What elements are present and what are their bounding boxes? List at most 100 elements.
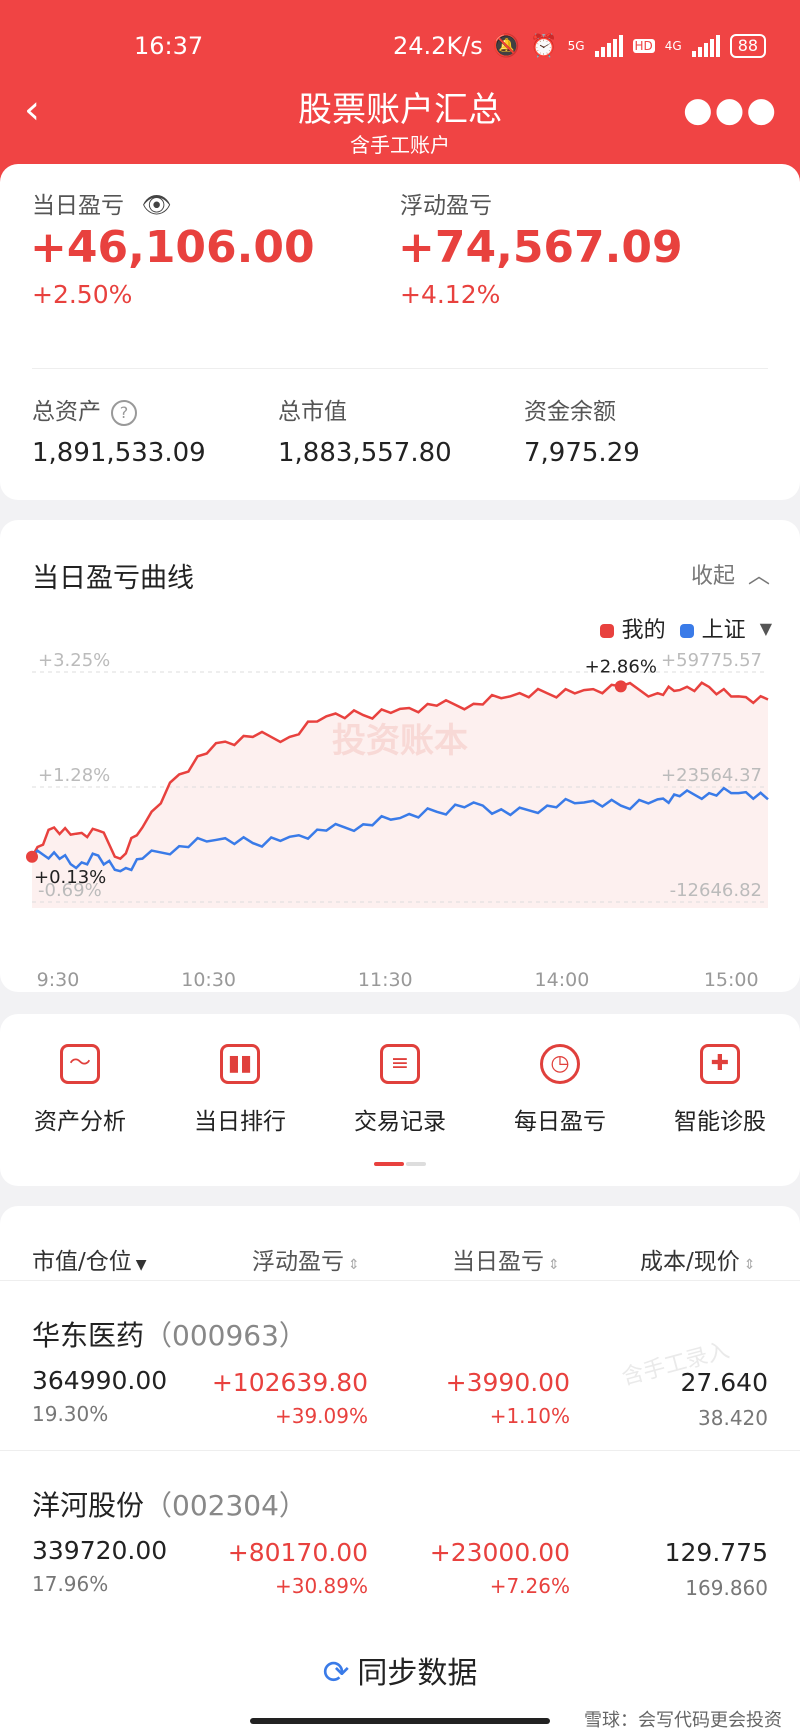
header-label: 当日盈亏 [452,1249,544,1275]
func-smart-diagnosis[interactable]: ✚ 智能诊股 [640,1044,800,1136]
total-assets-label-row: 总资产? [32,392,137,426]
max-point-label: +2.86% [585,656,657,677]
pl-line-chart: 投资账本 +3.25% +59775.57+1.28% +23564.37-0.69… [26,650,769,990]
daily-pl-label-row: 当日盈亏 👁 [32,186,172,220]
chart-legend[interactable]: 我的 上证 ▼ [599,612,772,644]
y-left-tick: +1.28% [38,765,110,786]
market-value-label: 总市值 [278,399,347,425]
divider [0,1450,800,1451]
y-right-tick: +23564.37 [661,765,762,786]
legend-mine-label: 我的 [621,618,666,643]
page-indicator-active [374,1162,404,1166]
func-asset-analysis[interactable]: 〜 资产分析 [0,1044,160,1136]
page-subtitle: 含手工账户 [350,133,450,157]
daily-pl-value: +46,106.00 [30,222,315,273]
y-left-tick: +3.25% [38,650,110,671]
daily-pl-pct: +7.26% [489,1574,570,1598]
func-label: 资产分析 [34,1109,126,1135]
bar-chart-icon: ▮▮ [220,1044,260,1084]
y-right-tick: -12646.82 [670,880,762,901]
x-tick: 10:30 [181,969,236,990]
stock-code: （000963） [144,1319,307,1352]
network-speed: 24.2K/s [393,32,483,60]
daily-pl: +3990.00 [445,1368,570,1397]
sync-label: 同步数据 [357,1656,478,1691]
x-tick: 14:00 [535,969,590,990]
medical-kit-icon: ✚ [700,1044,740,1084]
account-summary-card: 当日盈亏 👁 +46,106.00 +2.50% 浮动盈亏 +74,567.09… [0,164,800,500]
max-point-marker [614,680,627,693]
mute-bell-icon: 🔕 [492,33,521,59]
func-label: 智能诊股 [674,1109,766,1135]
legend-mine: 我的 [599,612,666,644]
func-daily-pl[interactable]: ◷ 每日盈亏 [480,1044,640,1136]
func-trade-records[interactable]: ≡ 交易记录 [320,1044,480,1136]
total-assets-value: 1,891,533.09 [32,438,206,468]
float-pl-label: 浮动盈亏 [400,193,492,219]
stock-code: （002304） [144,1489,307,1522]
float-pl-value: +74,567.09 [398,222,683,273]
total-assets-label: 总资产 [32,399,101,425]
position-pct: 17.96% [32,1572,109,1596]
func-label: 每日盈亏 [514,1109,606,1135]
float-pl-pct: +39.09% [274,1404,368,1428]
page-title: 股票账户汇总 [298,90,502,130]
float-pl-pct: +30.89% [274,1574,368,1598]
daily-pl-chart-card: 当日盈亏曲线 收起 ︿ 我的 上证 ▼ 投资账本 +3.25% +59775.57… [0,520,800,992]
y-right-tick: +59775.57 [661,650,762,671]
home-indicator [250,1718,550,1724]
signal-icon-2 [691,35,720,57]
xueqiu-watermark: 雪球：会写代码更会投资 [584,1710,782,1731]
caret-down-icon[interactable]: ▼ [760,619,772,638]
sort-icon: ⇕ [548,1257,560,1273]
market-value: 364990.00 [32,1366,168,1395]
divider [32,368,768,369]
divider [0,1280,800,1281]
header-cost-price[interactable]: 成本/现价 ⇕ [640,1242,755,1276]
hd-badge: HD [632,39,655,53]
sync-data-button[interactable]: ⟳ 同步数据 [0,1648,800,1692]
float-pl: +80170.00 [227,1538,368,1567]
func-daily-ranking[interactable]: ▮▮ 当日排行 [160,1044,320,1136]
x-tick: 11:30 [358,969,413,990]
market-value-value: 1,883,557.80 [278,438,452,468]
collapse-button[interactable]: 收起 ︿ [691,558,770,590]
header-daily-pl[interactable]: 当日盈亏 ⇕ [452,1242,560,1276]
stock-name: 华东医药 [32,1319,145,1352]
signal-icon [594,35,623,57]
sort-icon: ⇕ [348,1257,360,1273]
holdings-table: 市值/仓位 ▼ 浮动盈亏 ⇕ 当日盈亏 ⇕ 成本/现价 ⇕ 华东医药（000963） 3… [0,1206,800,1626]
float-pl: +102639.80 [211,1368,368,1397]
battery-indicator: 88 [729,34,767,58]
header-label: 市值/仓位 [32,1249,132,1275]
legend-index-swatch [679,624,694,638]
more-dots-icon[interactable]: ●●● [683,90,778,130]
eye-icon[interactable]: 👁 [141,191,171,219]
func-label: 交易记录 [354,1109,446,1135]
header-float-pl[interactable]: 浮动盈亏 ⇕ [252,1242,360,1276]
header-market-value[interactable]: 市值/仓位 ▼ [32,1242,147,1276]
start-point-marker [26,850,38,863]
status-bar: 16:37 24.2K/s 🔕 ⏰ 5G HD 4G 88 [0,30,800,70]
start-point-label: +0.13% [34,867,106,888]
legend-mine-swatch [599,624,614,638]
refresh-icon: ⟳ [322,1653,350,1691]
chevron-up-icon: ︿ [747,564,770,589]
stock-name-row: 华东医药（000963） [32,1314,307,1354]
sort-icon: ⇕ [743,1257,756,1273]
collapse-label: 收起 [690,564,735,589]
daily-pl-label: 当日盈亏 [32,193,124,219]
chart-title: 当日盈亏曲线 [32,563,194,594]
x-tick: 9:30 [37,969,80,990]
function-menu: 〜 资产分析 ▮▮ 当日排行 ≡ 交易记录 ◷ 每日盈亏 ✚ 智能诊股 [0,1014,800,1186]
legend-index: 上证 [679,612,746,644]
cost-price: 129.775 [664,1538,768,1567]
net-4g-label: 4G [664,39,682,53]
stock-name: 洋河股份 [32,1489,145,1522]
chart-watermark: 投资账本 [332,721,468,761]
x-tick: 15:00 [704,969,759,990]
cash-label: 资金余额 [524,399,616,425]
document-icon: ≡ [380,1044,420,1084]
help-icon[interactable]: ? [111,399,137,426]
nav-bar: ‹ 股票账户汇总 含手工账户 ●●● [0,82,800,157]
